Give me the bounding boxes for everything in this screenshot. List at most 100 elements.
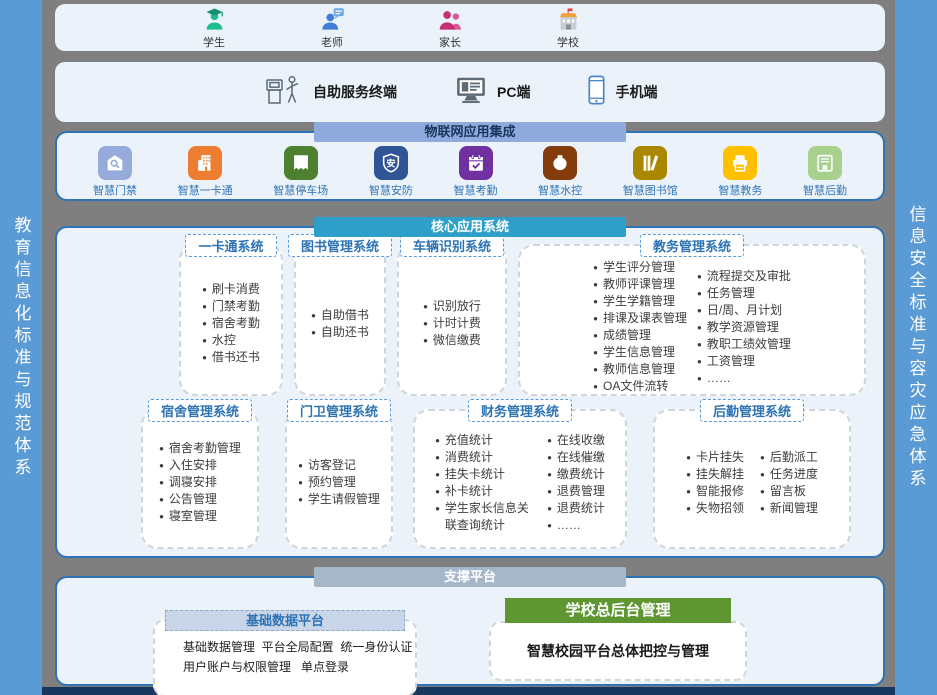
system-title: 车辆识别系统 [400, 234, 504, 257]
system-item-column: ●刷卡消费●门禁考勤●宿舍考勤●水控●借书还书 [202, 281, 260, 366]
bullet-icon: ● [547, 483, 552, 500]
list-item: ●预约管理 [298, 474, 380, 491]
list-item: ● 工资管理 [697, 353, 791, 370]
bullet-icon: ● [159, 457, 164, 474]
list-item: ● 入住安排 [159, 457, 241, 474]
list-item: ●智能报修 [686, 483, 744, 500]
terminal-item-mobile: 手机端 [588, 75, 657, 110]
bullet-icon: ● [697, 336, 702, 353]
user-item-teacher: 老师 [301, 6, 363, 50]
system-box-gatekeeper: 门卫管理系统 ●访客登记●预约管理●学生请假管理 [285, 409, 393, 549]
core-panel: 核心应用系统 一卡通系统 ●刷卡消费●门禁考勤●宿舍考勤●水控●借书还书 图书管… [55, 226, 885, 558]
list-item: ●水控 [202, 332, 260, 349]
list-item: ● 排课及课表管理 [593, 310, 687, 327]
base-data-platform-block: 基础数据平台 基础数据管理 平台全局配置 统一身份认证 用户账户与权限管理 单点… [153, 604, 417, 684]
list-item-label: 后勤派工 [770, 449, 818, 466]
right-sidebar: 信息安全标准与容灾应急体系 [895, 0, 937, 695]
bullet-icon: ● [697, 353, 702, 370]
list-item-label: 识别放行 [433, 298, 481, 315]
iot-label: 智慧教务 [718, 182, 762, 198]
bullet-icon: ● [760, 500, 765, 517]
list-item-label: 学生家长信息关联查询统计 [445, 500, 539, 534]
system-item-column: ●卡片挂失●挂失解挂●智能报修●失物招领 [686, 449, 744, 517]
bullet-icon: ● [311, 307, 316, 324]
academic-printer-icon [723, 146, 757, 180]
list-item-label: 教师评课管理 [603, 276, 675, 293]
bullet-icon: ● [760, 449, 765, 466]
list-item-label: …… [707, 370, 731, 387]
list-item: ●宿舍考勤管理 [159, 440, 241, 457]
list-item: ●成绩管理 [593, 327, 687, 344]
logistics-note-icon [808, 146, 842, 180]
list-item-label: 工资管理 [707, 353, 755, 370]
list-item: ●缴费统计 [547, 466, 605, 483]
bullet-icon: ● [311, 324, 316, 341]
water-control-icon [543, 146, 577, 180]
list-item: ●学生评分管理 [593, 259, 687, 276]
list-item-label: 排课及课表管理 [603, 310, 687, 327]
list-item-label: 访客登记 [308, 457, 356, 474]
bullet-icon: ● [593, 310, 598, 327]
list-item-label: 宿舍考勤管理 [169, 440, 241, 457]
bullet-icon: ● [697, 302, 702, 319]
list-item-label: 新闻管理 [770, 500, 818, 517]
terminal-label: PC端 [497, 82, 530, 102]
system-box-academic-affairs: 教务管理系统 ●学生评分管理●教师评课管理●学生学籍管理●排课及课表管理●成绩管… [518, 244, 866, 396]
user-item-student: 学生 [183, 6, 245, 50]
bullet-icon: ● [435, 466, 440, 483]
smart-campus-architecture-diagram: 教育信息化标准与规范体系 信息安全标准与容灾应急体系 学生 老师 [0, 0, 937, 695]
school-admin-title: 学校总后台管理 [505, 598, 731, 623]
list-item: ●计时计费 [423, 315, 481, 332]
list-item: ● 后勤派工 [760, 449, 818, 466]
list-item-label: 充值统计 [445, 432, 493, 449]
bullet-icon: ● [547, 517, 552, 534]
iot-label: 智慧安防 [369, 182, 413, 198]
list-item: ●消费统计 [435, 449, 539, 466]
iot-item-library: 智慧图书馆 [623, 146, 678, 198]
list-item: ●微信缴费 [423, 332, 481, 349]
list-item-label: 调寝安排 [169, 474, 217, 491]
bullet-icon: ● [202, 349, 207, 366]
bullet-icon: ● [298, 491, 303, 508]
list-item-label: 借书还书 [212, 349, 260, 366]
list-item: ●…… [697, 370, 791, 387]
list-item: ●挂失卡统计 [435, 466, 539, 483]
bullet-icon: ● [593, 293, 598, 310]
list-item: ●…… [547, 517, 605, 534]
list-item-label: 计时计费 [433, 315, 481, 332]
list-item-label: 入住安排 [169, 457, 217, 474]
iot-label: 智慧考勤 [454, 182, 498, 198]
bullet-icon: ● [593, 276, 598, 293]
list-item: ● 新闻管理 [760, 500, 818, 517]
list-item-label: 任务管理 [707, 285, 755, 302]
bullet-icon: ● [697, 285, 702, 302]
user-item-parents: 家长 [419, 6, 481, 50]
system-items: ●刷卡消费●门禁考勤●宿舍考勤●水控●借书还书 [181, 257, 281, 394]
user-item-school: 学校 [537, 6, 599, 50]
list-item: ●教职工绩效管理 [697, 336, 791, 353]
list-item-label: 刷卡消费 [212, 281, 260, 298]
list-item: ●充值统计 [435, 432, 539, 449]
left-sidebar: 教育信息化标准与规范体系 [0, 0, 42, 695]
base-platform-line: 用户账户与权限管理 单点登录 [183, 657, 405, 677]
iot-item-campus-card: 智慧一卡通 [178, 146, 233, 198]
list-item-label: 退费管理 [557, 483, 605, 500]
list-item: ●日/周、月计划 [697, 302, 791, 319]
right-sidebar-label: 信息安全标准与容灾应急体系 [904, 205, 929, 491]
list-item: ●任务进度 [760, 466, 818, 483]
list-item-label: 宿舍考勤 [212, 315, 260, 332]
base-platform-line: 基础数据管理 平台全局配置 统一身份认证 [183, 637, 405, 657]
bullet-icon: ● [547, 449, 552, 466]
user-label: 老师 [321, 34, 343, 50]
system-item-column: ●流程提交及审批●任务管理●日/周、月计划●教学资源管理●教职工绩效管理●工资管… [697, 268, 791, 387]
bullet-icon: ● [202, 281, 207, 298]
list-item-label: 微信缴费 [433, 332, 481, 349]
list-item-label: 自助借书 [321, 307, 369, 324]
left-sidebar-label: 教育信息化标准与规范体系 [9, 216, 34, 480]
list-item: ●公告管理 [159, 491, 241, 508]
bullet-icon: ● [686, 466, 691, 483]
list-item-label: 智能报修 [696, 483, 744, 500]
list-item: ●门禁考勤 [202, 298, 260, 315]
list-item-label: 学生请假管理 [308, 491, 380, 508]
list-item-label: 学生学籍管理 [603, 293, 675, 310]
